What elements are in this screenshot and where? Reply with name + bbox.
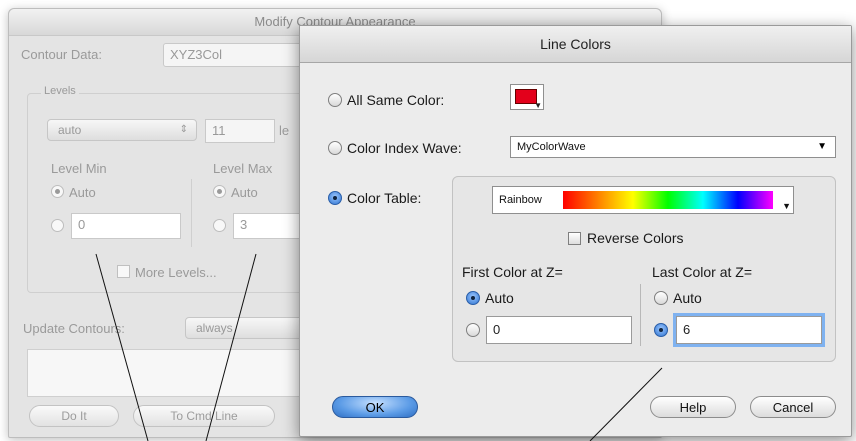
annotation-line-1 xyxy=(95,253,149,441)
annotation-line-3 xyxy=(589,367,663,441)
annotation-line-2 xyxy=(205,253,257,441)
annotation-lines xyxy=(95,253,663,441)
